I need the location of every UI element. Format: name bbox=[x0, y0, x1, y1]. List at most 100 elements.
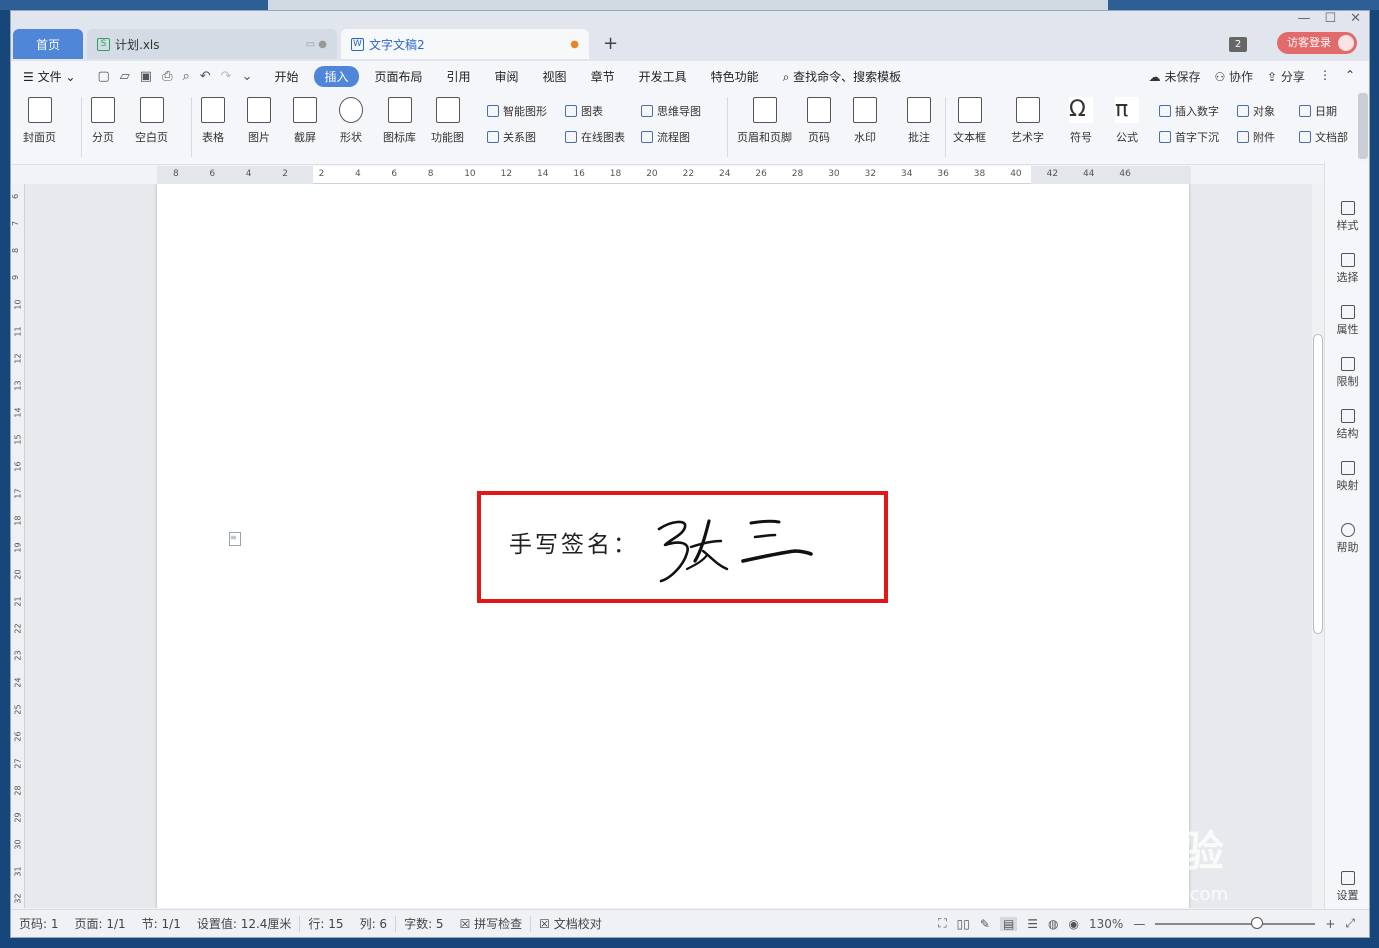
pen-icon[interactable]: ✎ bbox=[980, 917, 990, 931]
close-icon[interactable]: ✕ bbox=[1350, 11, 1361, 26]
status-setting[interactable]: 设置值: 12.4厘米 bbox=[189, 915, 300, 932]
picture-button[interactable]: 图片 bbox=[247, 97, 271, 145]
function-chart-button[interactable]: 功能图 bbox=[431, 97, 464, 145]
web-view-icon[interactable]: ◍ bbox=[1048, 917, 1058, 931]
menu-view[interactable]: 视图 bbox=[531, 68, 579, 85]
property-panel-button[interactable]: 属性 bbox=[1325, 305, 1370, 337]
paragraph-marker-icon[interactable]: ≡ bbox=[229, 532, 241, 546]
zoom-out-icon[interactable]: — bbox=[1133, 917, 1145, 931]
menu-features[interactable]: 特色功能 bbox=[699, 68, 771, 85]
structure-panel-label: 结构 bbox=[1336, 427, 1359, 440]
new-tab-button[interactable]: + bbox=[603, 33, 618, 54]
menu-developer[interactable]: 开发工具 bbox=[627, 68, 699, 85]
text-box-button[interactable]: 文本框 bbox=[953, 97, 986, 145]
mapping-panel-button[interactable]: 映射 bbox=[1325, 461, 1370, 493]
undo-icon[interactable]: ↶ bbox=[200, 69, 211, 84]
document-page[interactable]: ≡ 手写签名： bbox=[157, 184, 1189, 908]
relation-chart-button[interactable]: 关系图 bbox=[487, 129, 536, 145]
collab-button[interactable]: ⚇ 协作 bbox=[1214, 68, 1253, 85]
structure-panel-button[interactable]: 结构 bbox=[1325, 409, 1370, 441]
new-icon[interactable]: ▢ bbox=[97, 69, 109, 84]
ribbon-scrollbar[interactable] bbox=[1358, 93, 1368, 159]
icon-library-button[interactable]: 图标库 bbox=[383, 97, 416, 145]
menu-review[interactable]: 审阅 bbox=[483, 68, 531, 85]
flowchart-label: 流程图 bbox=[657, 131, 690, 144]
status-section[interactable]: 节: 1/1 bbox=[134, 915, 189, 932]
save-icon[interactable]: ▣ bbox=[140, 69, 152, 84]
document-scrollbar[interactable] bbox=[1312, 184, 1324, 908]
select-panel-button[interactable]: 选择 bbox=[1325, 253, 1370, 285]
doc-part-button[interactable]: 文档部 bbox=[1299, 129, 1348, 145]
screenshot-button[interactable]: 截屏 bbox=[293, 97, 317, 145]
command-search[interactable]: ⌕ 查找命令、搜索模板 bbox=[771, 68, 914, 85]
menu-reference[interactable]: 引用 bbox=[435, 68, 483, 85]
open-icon[interactable]: ▱ bbox=[120, 69, 130, 84]
more-icon[interactable]: ⋮ bbox=[1319, 68, 1331, 85]
symbol-button[interactable]: Ω 符号 bbox=[1069, 97, 1093, 145]
zoom-slider-knob[interactable] bbox=[1251, 916, 1264, 929]
read-mode-icon[interactable]: ▯▯ bbox=[957, 917, 970, 931]
page-break-button[interactable]: 分页 bbox=[91, 97, 115, 145]
fullscreen-icon[interactable]: ⛶ bbox=[938, 916, 946, 931]
maximize-icon[interactable]: ☐ bbox=[1324, 11, 1336, 26]
preview-icon[interactable]: ⌕ bbox=[182, 69, 189, 84]
formula-button[interactable]: π 公式 bbox=[1115, 97, 1139, 145]
table-button[interactable]: 表格 bbox=[201, 97, 225, 145]
comment-button[interactable]: 批注 bbox=[907, 97, 931, 145]
print-icon[interactable]: ⎙ bbox=[162, 69, 172, 84]
page-number-button[interactable]: 页码 bbox=[807, 97, 831, 145]
zoom-level[interactable]: 130% bbox=[1089, 917, 1123, 931]
menu-start[interactable]: 开始 bbox=[262, 68, 310, 85]
object-button[interactable]: 对象 bbox=[1237, 103, 1275, 119]
cover-page-button[interactable]: 封面页 bbox=[23, 97, 56, 145]
watermark-button[interactable]: 水印 bbox=[853, 97, 877, 145]
chart-button[interactable]: 图表 bbox=[565, 103, 603, 119]
status-word-count[interactable]: 字数: 5 bbox=[396, 915, 452, 932]
proofread-button[interactable]: ☒ 文档校对 bbox=[531, 915, 610, 932]
horizontal-ruler: 8 6 4 2 2 4 6 8 10 12 14 16 18 20 22 24 26 28 30 32 34 36 38 40… bbox=[157, 166, 1191, 184]
spell-check-button[interactable]: ☒ 拼写检查 bbox=[452, 915, 531, 932]
status-page-number[interactable]: 页码: 1 bbox=[11, 915, 67, 932]
online-chart-button[interactable]: 在线图表 bbox=[565, 129, 625, 145]
tab-document[interactable]: W 文字文稿2 ● bbox=[341, 29, 589, 59]
page-view-icon[interactable]: ▤ bbox=[999, 916, 1018, 931]
blank-page-button[interactable]: 空白页 bbox=[135, 97, 168, 145]
customize-icon[interactable]: ⌄ bbox=[242, 69, 253, 84]
smart-art-button[interactable]: 智能图形 bbox=[487, 103, 547, 119]
zoom-slider[interactable] bbox=[1155, 916, 1316, 929]
unsaved-button[interactable]: ☁ 未保存 bbox=[1149, 68, 1201, 85]
share-button[interactable]: ⇪ 分享 bbox=[1267, 68, 1305, 85]
window-count-badge[interactable]: 2 bbox=[1229, 37, 1247, 52]
redo-icon[interactable]: ↷ bbox=[221, 69, 232, 84]
tab-dot-icon: ▭ ● bbox=[305, 38, 327, 50]
eye-protect-icon[interactable]: ◉ bbox=[1069, 917, 1079, 931]
collapse-icon[interactable]: ⌃ bbox=[1345, 68, 1355, 85]
restrict-panel-button[interactable]: 限制 bbox=[1325, 357, 1370, 389]
signature-box[interactable]: 手写签名： bbox=[477, 491, 888, 603]
menu-chapter[interactable]: 章节 bbox=[579, 68, 627, 85]
fit-page-icon[interactable]: ⤢ bbox=[1345, 916, 1355, 931]
style-panel-button[interactable]: 样式 bbox=[1325, 201, 1370, 233]
word-art-button[interactable]: 艺术字 bbox=[1011, 97, 1044, 145]
menu-layout[interactable]: 页面布局 bbox=[363, 68, 435, 85]
flowchart-button[interactable]: 流程图 bbox=[641, 129, 690, 145]
attachment-button[interactable]: 附件 bbox=[1237, 129, 1275, 145]
guest-login-button[interactable]: 访客登录 bbox=[1277, 32, 1357, 54]
scrollbar-thumb[interactable] bbox=[1313, 334, 1323, 634]
drop-cap-button[interactable]: 首字下沉 bbox=[1159, 129, 1219, 145]
file-menu[interactable]: ☰ 文件 ⌄ bbox=[11, 68, 87, 85]
settings-panel-button[interactable]: 设置 bbox=[1325, 871, 1370, 903]
header-footer-button[interactable]: 页眉和页脚 bbox=[737, 97, 792, 145]
shape-button[interactable]: 形状 bbox=[339, 97, 363, 145]
help-panel-button[interactable]: 帮助 bbox=[1325, 523, 1370, 555]
tab-spreadsheet[interactable]: S 计划.xls ▭ ● bbox=[87, 29, 337, 59]
minimize-icon[interactable]: — bbox=[1297, 11, 1310, 26]
tab-home[interactable]: 首页 bbox=[13, 29, 83, 59]
mind-map-button[interactable]: 思维导图 bbox=[641, 103, 701, 119]
date-button[interactable]: 日期 bbox=[1299, 103, 1337, 119]
zoom-in-icon[interactable]: + bbox=[1325, 917, 1335, 931]
status-pages[interactable]: 页面: 1/1 bbox=[67, 915, 134, 932]
menu-insert[interactable]: 插入 bbox=[314, 65, 359, 87]
insert-number-button[interactable]: 插入数字 bbox=[1159, 103, 1219, 119]
outline-view-icon[interactable]: ☰ bbox=[1027, 917, 1038, 931]
